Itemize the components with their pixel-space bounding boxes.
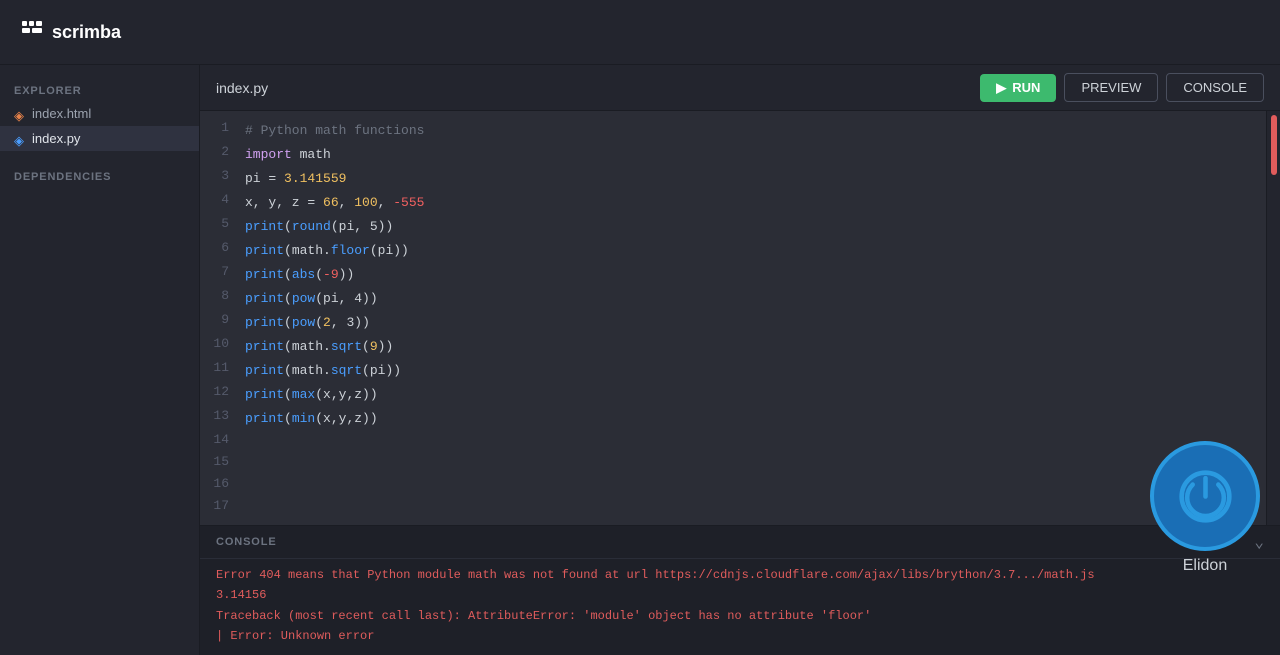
code-line: 2import math <box>200 143 1266 167</box>
editor-filename: index.py <box>216 80 268 96</box>
line-number: 3 <box>200 168 245 183</box>
line-content: import math <box>245 144 331 166</box>
code-line: 7print(abs(-9)) <box>200 263 1266 287</box>
line-number: 11 <box>200 360 245 375</box>
line-content: print(max(x,y,z)) <box>245 384 378 406</box>
code-line: 13print(min(x,y,z)) <box>200 407 1266 431</box>
line-content: print(math.floor(pi)) <box>245 240 409 262</box>
line-content: print(min(x,y,z)) <box>245 408 378 430</box>
logo: scrimba <box>20 17 121 48</box>
console-button[interactable]: CONSOLE <box>1166 73 1264 102</box>
line-content: x, y, z = 66, 100, -555 <box>245 192 424 214</box>
console-line: 3.14156 <box>216 585 1264 605</box>
line-number: 10 <box>200 336 245 351</box>
code-line: 6print(math.floor(pi)) <box>200 239 1266 263</box>
line-number: 4 <box>200 192 245 207</box>
line-content: print(round(pi, 5)) <box>245 216 393 238</box>
editor-area: index.py ▶ RUN PREVIEW CONSOLE 1# Python… <box>200 65 1280 655</box>
code-editor[interactable]: 1# Python math functions2import math3pi … <box>200 111 1266 525</box>
line-content: print(math.sqrt(pi)) <box>245 360 401 382</box>
line-content: print(pow(pi, 4)) <box>245 288 378 310</box>
code-line: 5print(round(pi, 5)) <box>200 215 1266 239</box>
console-output: Error 404 means that Python module math … <box>200 559 1280 652</box>
line-content: print(pow(2, 3)) <box>245 312 370 334</box>
line-number: 14 <box>200 432 245 447</box>
power-icon <box>1178 469 1233 524</box>
code-line: 9print(pow(2, 3)) <box>200 311 1266 335</box>
toolbar-buttons: ▶ RUN PREVIEW CONSOLE <box>980 73 1264 102</box>
scrollbar[interactable] <box>1266 111 1280 525</box>
code-line: 4x, y, z = 66, 100, -555 <box>200 191 1266 215</box>
line-number: 8 <box>200 288 245 303</box>
code-line: 3pi = 3.141559 <box>200 167 1266 191</box>
run-button[interactable]: ▶ RUN <box>980 74 1056 102</box>
sidebar-item-html[interactable]: ◈ index.html <box>0 101 199 126</box>
logo-icon <box>20 17 44 48</box>
run-label: RUN <box>1012 80 1040 95</box>
console-line: Traceback (most recent call last): Attri… <box>216 606 1264 626</box>
line-number: 17 <box>200 498 245 513</box>
avatar-overlay: Elidon <box>1150 441 1260 575</box>
code-line: 17 <box>200 497 1266 519</box>
run-play-icon: ▶ <box>996 80 1006 96</box>
header: scrimba <box>0 0 1280 65</box>
preview-button[interactable]: PREVIEW <box>1064 73 1158 102</box>
code-line: 1# Python math functions <box>200 119 1266 143</box>
line-content: print(math.sqrt(9)) <box>245 336 393 358</box>
code-line: 15 <box>200 453 1266 475</box>
dependencies-label: DEPENDENCIES <box>0 163 199 187</box>
logo-text: scrimba <box>52 22 121 43</box>
scrollbar-thumb <box>1271 115 1277 175</box>
code-line: 12print(max(x,y,z)) <box>200 383 1266 407</box>
editor-toolbar: index.py ▶ RUN PREVIEW CONSOLE <box>200 65 1280 111</box>
sidebar-item-py[interactable]: ◈ index.py <box>0 126 199 151</box>
avatar-name: Elidon <box>1183 557 1227 575</box>
sidebar-item-py-label: index.py <box>32 131 80 146</box>
code-line: 11print(math.sqrt(pi)) <box>200 359 1266 383</box>
line-content: print(abs(-9)) <box>245 264 354 286</box>
line-content: # Python math functions <box>245 120 424 142</box>
sidebar: EXPLORER ◈ index.html ◈ index.py DEPENDE… <box>0 65 200 655</box>
console-panel-label: CONSOLE <box>216 536 277 548</box>
line-number: 12 <box>200 384 245 399</box>
console-line: Error 404 means that Python module math … <box>216 565 1264 585</box>
code-line: 10print(math.sqrt(9)) <box>200 335 1266 359</box>
line-number: 9 <box>200 312 245 327</box>
line-number: 13 <box>200 408 245 423</box>
line-number: 6 <box>200 240 245 255</box>
line-number: 15 <box>200 454 245 469</box>
html-file-icon: ◈ <box>14 108 26 120</box>
code-line: 8print(pow(pi, 4)) <box>200 287 1266 311</box>
line-number: 16 <box>200 476 245 491</box>
line-content: pi = 3.141559 <box>245 168 346 190</box>
sidebar-item-html-label: index.html <box>32 106 91 121</box>
avatar-circle <box>1150 441 1260 551</box>
line-number: 7 <box>200 264 245 279</box>
console-header: CONSOLE ⌄ <box>200 526 1280 559</box>
line-number: 5 <box>200 216 245 231</box>
py-file-icon: ◈ <box>14 133 26 145</box>
explorer-label: EXPLORER <box>0 77 199 101</box>
line-number: 2 <box>200 144 245 159</box>
line-number: 1 <box>200 120 245 135</box>
console-panel: CONSOLE ⌄ Error 404 means that Python mo… <box>200 525 1280 655</box>
code-line: 16 <box>200 475 1266 497</box>
code-line: 14 <box>200 431 1266 453</box>
console-line: | Error: Unknown error <box>216 626 1264 646</box>
main-area: EXPLORER ◈ index.html ◈ index.py DEPENDE… <box>0 65 1280 655</box>
